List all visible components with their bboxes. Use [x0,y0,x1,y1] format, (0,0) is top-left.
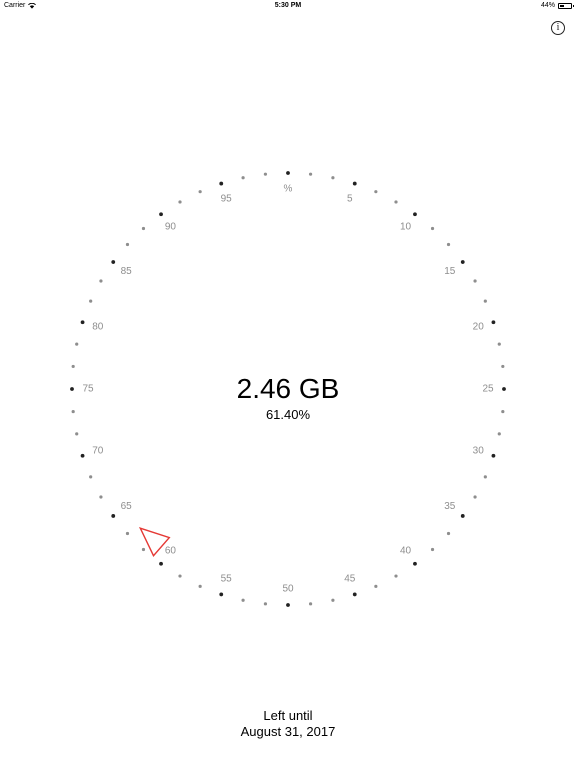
dial-label: 30 [473,445,485,456]
dial-minor-dot [141,226,146,231]
dial-label: 70 [92,445,104,456]
dial-minor-dot [446,531,451,536]
dial-minor-dot [394,574,398,578]
dial-label: 80 [92,322,104,333]
dial-label: 40 [400,545,412,556]
dial-minor-dot [125,531,130,536]
dial-minor-dot [241,598,245,602]
dial-major-dot [111,514,116,518]
dial-minor-dot [241,176,245,180]
dial-major-dot [413,212,417,217]
dial-minor-dot [497,432,501,436]
dial-minor-dot [430,226,435,231]
dial-minor-dot [308,172,313,176]
dial-minor-dot [75,342,79,346]
dial-minor-dot [501,364,505,369]
dial-label: 45 [344,574,356,585]
dial-minor-dot [89,475,93,479]
dial-minor-dot [394,200,398,204]
dial-major-dot [80,453,85,458]
dial-minor-dot [263,602,268,606]
dial-major-dot [491,453,496,458]
dial-minor-dot [374,190,378,194]
dial-major-dot [286,171,290,175]
dial-major-dot [413,561,417,566]
dial-major-dot [80,320,85,325]
footer-date: August 31, 2017 [240,724,336,739]
dial-label: 55 [221,574,233,585]
dial-minor-dot [430,547,435,552]
dial-minor-dot [483,475,487,479]
dial-label: 35 [444,501,456,512]
dial-minor-dot [446,242,451,247]
dial-minor-dot [263,172,268,176]
dial-minor-dot [308,602,313,606]
dial-label: 20 [473,322,485,333]
dial-minor-dot [99,279,103,283]
dial-minor-dot [198,190,202,194]
footer-left-until: Left until [263,708,313,723]
dial-minor-dot [374,584,378,588]
dial-major-dot [111,260,116,264]
dial-minor-dot [99,495,103,499]
dial-major-dot [159,561,163,566]
dial-minor-dot [497,342,501,346]
dial-minor-dot [331,598,335,602]
dial-major-dot [352,181,357,186]
dial-major-dot [491,320,496,325]
dial-minor-dot [89,299,93,303]
dial-label: 5 [347,193,353,204]
dial-major-dot [352,592,357,597]
dial-minor-dot [331,176,335,180]
dial-major-dot [219,592,224,597]
dial-major-dot [159,212,163,217]
dial-minor-dot [473,495,477,499]
dial-minor-dot [473,279,477,283]
dial-major-dot [286,603,290,607]
dial-minor-dot [71,364,75,369]
dial-minor-dot [75,432,79,436]
dial-label: 60 [165,545,177,556]
dial-label: 15 [444,266,456,277]
dial-minor-dot [125,242,130,247]
dial-minor-dot [198,584,202,588]
usage-value: 2.46 GB [236,373,340,404]
dial-label: 50 [282,584,294,595]
dial-minor-dot [483,299,487,303]
dial-label: 10 [400,222,412,233]
dial-label: 85 [121,266,133,277]
dial-minor-dot [178,200,182,204]
dial-label: % [284,184,293,195]
dial-major-dot [460,260,465,264]
dial-label: 90 [165,222,177,233]
dial-label: 65 [121,501,133,512]
dial-major-dot [219,181,224,186]
usage-percent: 61.40% [265,407,311,422]
dial-major-dot [460,514,465,518]
dial-minor-dot [141,547,146,552]
dial-minor-dot [178,574,182,578]
dial-label: 95 [221,193,233,204]
